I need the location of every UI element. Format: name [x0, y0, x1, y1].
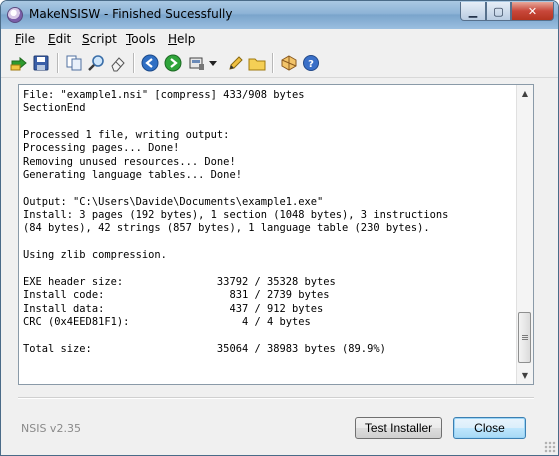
forward-icon[interactable] — [164, 54, 182, 72]
toolbar-separator — [57, 53, 59, 73]
toolbar-separator — [272, 53, 274, 73]
compiler-log-text: File: "example1.nsi" [compress] 433/908 … — [23, 89, 449, 355]
maximize-button[interactable]: ▢ — [486, 2, 511, 21]
menu-edit-hotkey: E — [48, 32, 56, 46]
clear-icon[interactable] — [109, 54, 127, 72]
browse-script-icon[interactable] — [248, 54, 266, 72]
title-bar[interactable]: MakeNSISW - Finished Sucessfully ▁ ▢ ✕ — [1, 1, 558, 29]
find-icon[interactable] — [87, 54, 105, 72]
vertical-scrollbar[interactable]: ▲ ▼ — [516, 85, 533, 384]
menu-help-label: elp — [177, 32, 196, 46]
compressor-icon[interactable] — [188, 54, 206, 72]
menu-script-hotkey: S — [82, 32, 90, 46]
minimize-button[interactable]: ▁ — [460, 2, 486, 21]
nsis-version-label: NSIS v2.35 — [21, 422, 81, 435]
toolbar-separator — [133, 53, 135, 73]
nsis-app-icon — [7, 7, 23, 23]
menu-file[interactable]: File — [15, 32, 35, 46]
help-icon[interactable]: ? — [302, 54, 320, 72]
test-installer-button[interactable]: Test Installer — [355, 417, 442, 439]
resize-grip[interactable] — [544, 441, 556, 453]
back-icon[interactable] — [141, 54, 159, 72]
menu-edit[interactable]: Edit — [48, 32, 71, 46]
scroll-thumb[interactable] — [518, 312, 531, 363]
menu-tools[interactable]: Tools — [126, 32, 156, 46]
menu-edit-label: dit — [55, 32, 72, 46]
menu-help[interactable]: Help — [168, 32, 195, 46]
footer-divider — [18, 397, 534, 399]
svg-text:?: ? — [308, 59, 314, 70]
close-window-button[interactable]: ✕ — [511, 2, 554, 21]
recompile-icon[interactable] — [10, 54, 28, 72]
menu-bar: File Edit Script Tools Help — [1, 29, 558, 49]
compiler-output-box[interactable]: File: "example1.nsi" [compress] 433/908 … — [18, 84, 534, 385]
scroll-grip-line — [522, 335, 528, 336]
menu-file-label: ile — [21, 32, 36, 46]
makensisw-window: MakeNSISW - Finished Sucessfully ▁ ▢ ✕ F… — [0, 0, 559, 456]
save-icon[interactable] — [32, 54, 50, 72]
menu-help-hotkey: H — [168, 32, 178, 46]
menu-script[interactable]: Script — [82, 32, 117, 46]
window-title: MakeNSISW - Finished Sucessfully — [29, 7, 233, 21]
copy-icon[interactable] — [65, 54, 83, 72]
settings-icon[interactable] — [280, 54, 298, 72]
scroll-grip-line — [522, 339, 528, 340]
scroll-up-button[interactable]: ▲ — [517, 85, 533, 102]
toolbar: ? — [1, 49, 558, 78]
scroll-down-button[interactable]: ▼ — [517, 367, 533, 384]
menu-script-label: cript — [89, 32, 117, 46]
scroll-grip-line — [522, 337, 528, 338]
edit-script-icon[interactable] — [226, 54, 244, 72]
close-button[interactable]: Close — [453, 417, 526, 439]
menu-tools-label: ools — [131, 32, 156, 46]
dropdown-arrow-icon[interactable] — [208, 54, 218, 72]
